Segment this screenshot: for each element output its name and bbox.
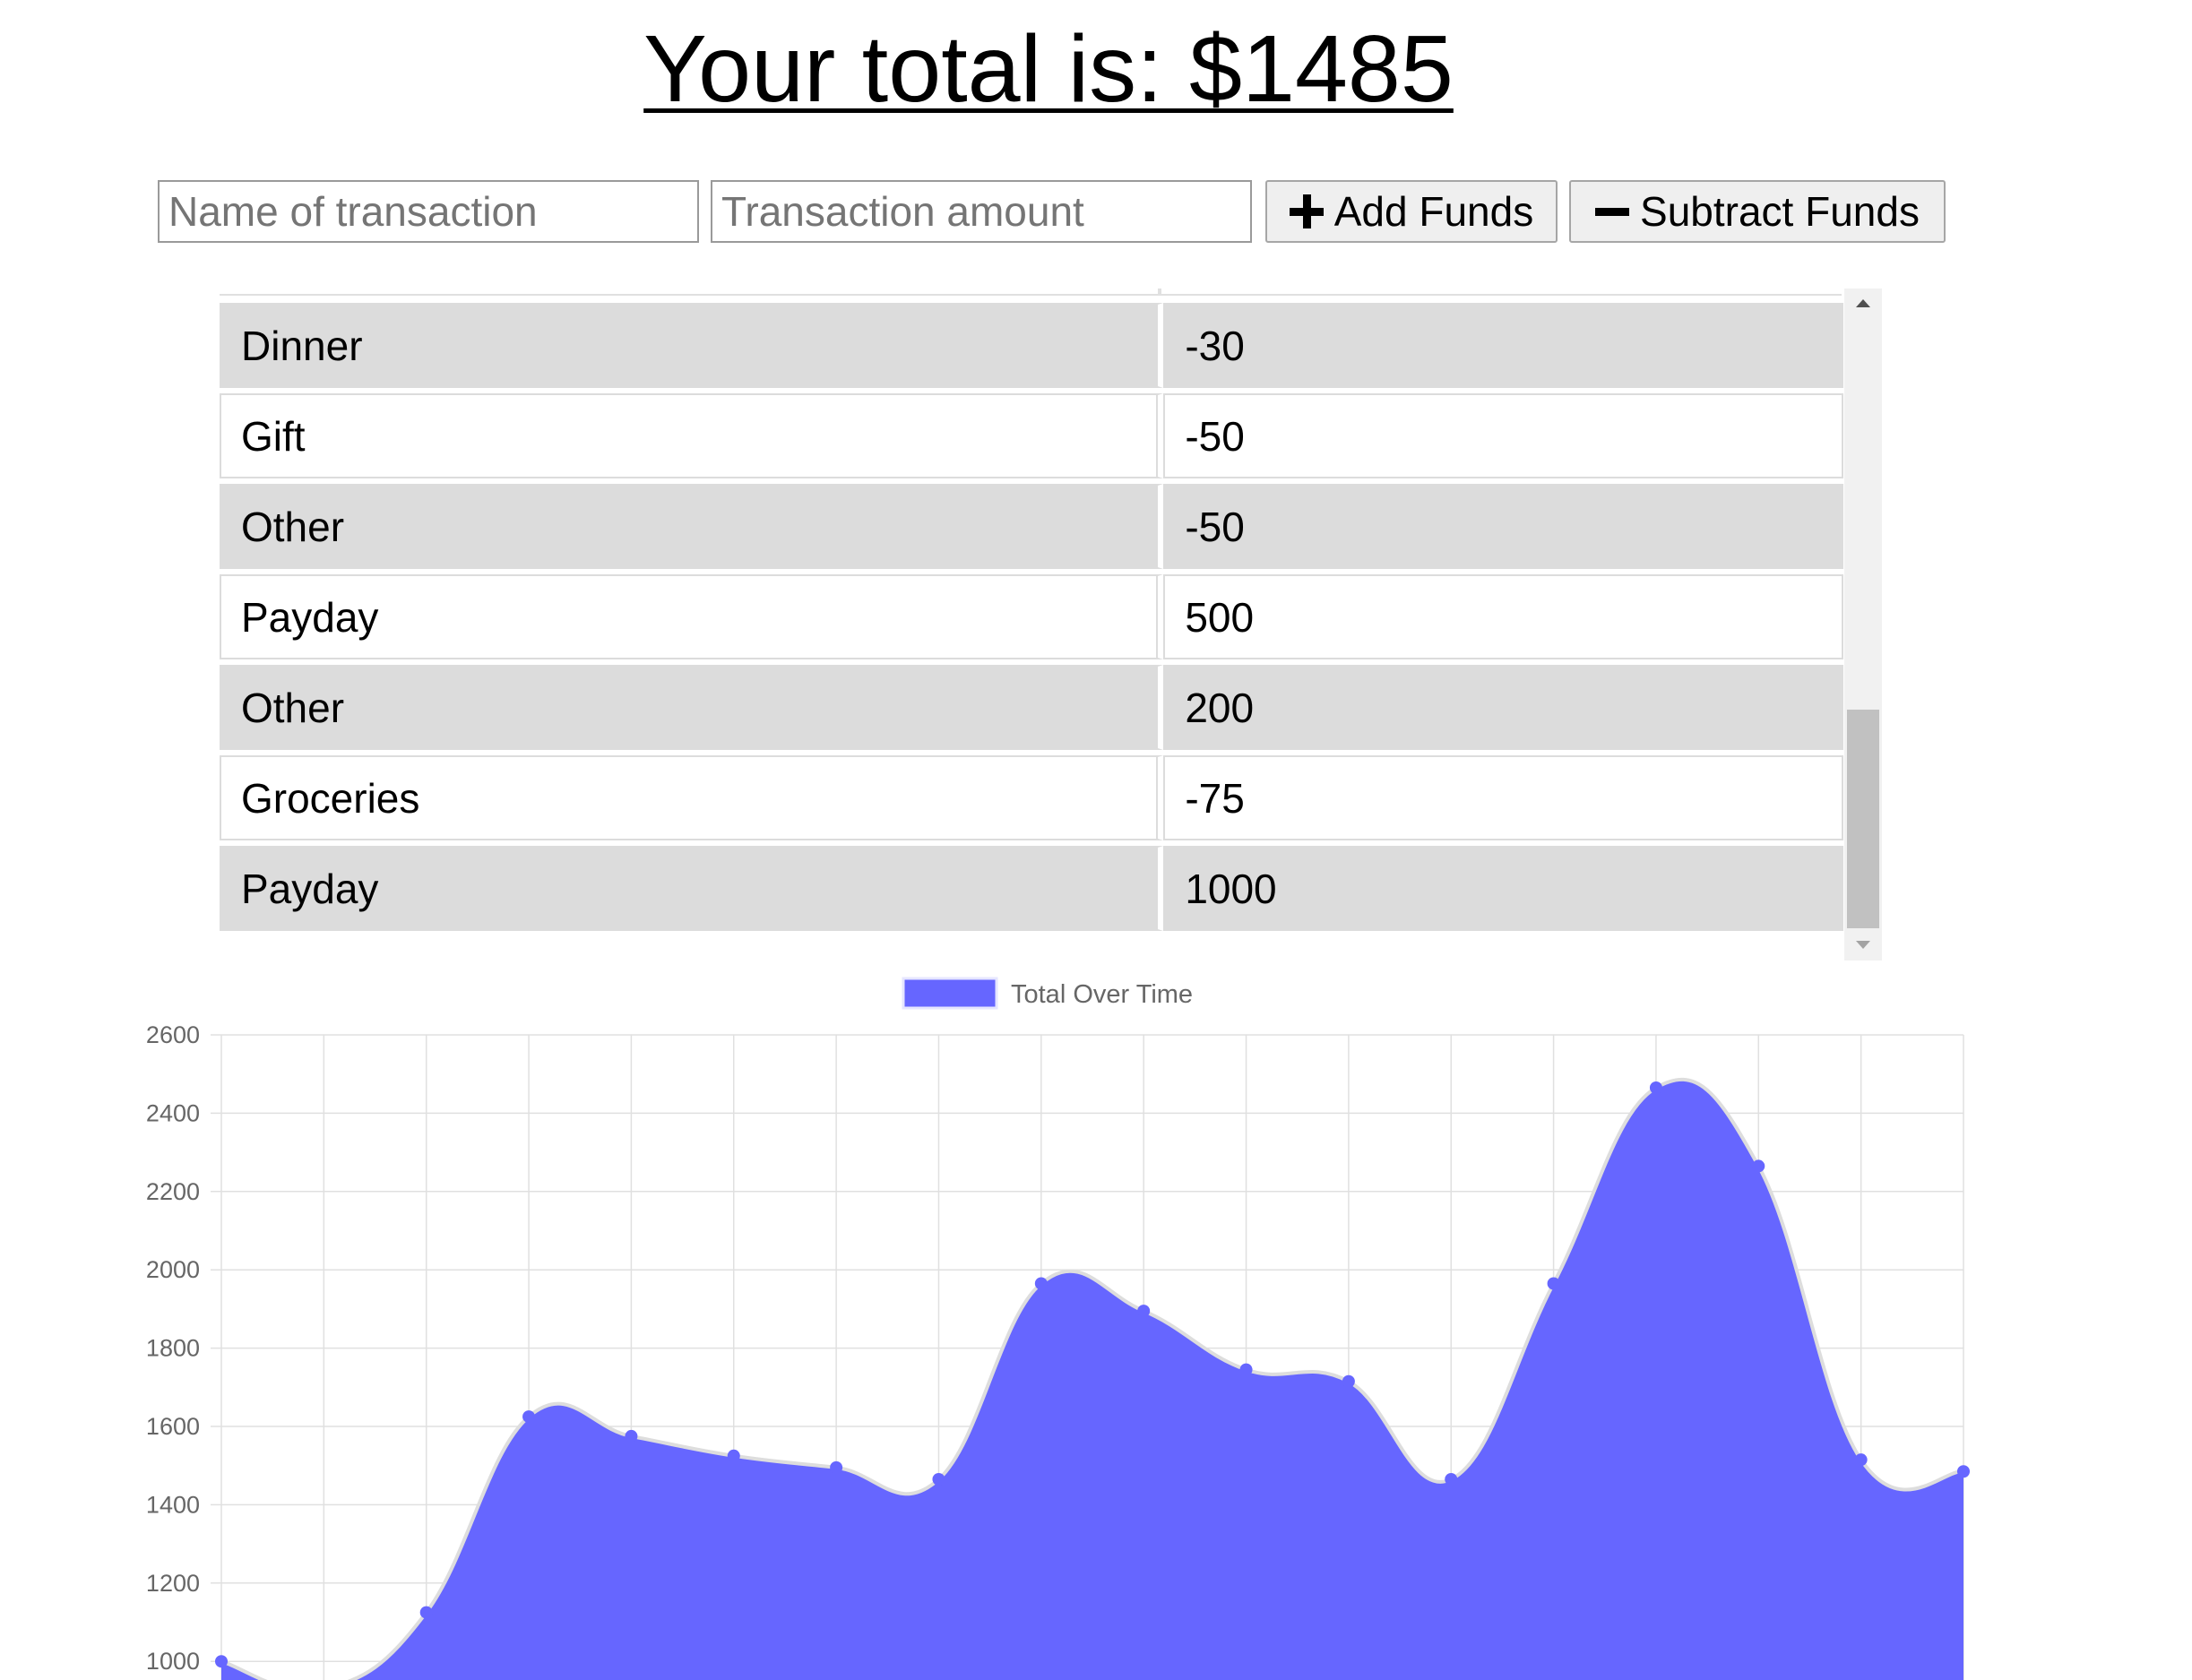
table-row: Groceries -75	[220, 755, 1843, 840]
transaction-name: Other	[220, 665, 1164, 750]
scrollbar-thumb[interactable]	[1847, 710, 1879, 928]
y-tick-label: 1000	[146, 1648, 200, 1675]
column-divider	[1158, 289, 1161, 296]
transaction-name: Dinner	[220, 303, 1164, 388]
transaction-amount-input[interactable]	[711, 180, 1252, 243]
table-row: Payday 500	[220, 574, 1843, 659]
data-point	[1445, 1472, 1458, 1486]
transaction-amount: 500	[1163, 574, 1843, 659]
plus-icon	[1289, 194, 1324, 228]
add-funds-button[interactable]: Add Funds	[1265, 180, 1558, 243]
minus-icon	[1595, 194, 1630, 228]
transactions-table: Dinner -30 Gift -50 Other -50 Payday 500…	[220, 297, 1843, 936]
data-point	[727, 1449, 740, 1462]
y-tick-label: 1800	[146, 1335, 200, 1362]
transaction-name: Other	[220, 484, 1164, 569]
y-tick-label: 2600	[146, 1021, 200, 1048]
table-scrollbar[interactable]	[1844, 289, 1882, 961]
y-tick-label: 1600	[146, 1413, 200, 1440]
data-point	[1854, 1453, 1868, 1467]
page-title: Your total is: $1485	[643, 16, 1454, 122]
legend-label: Total Over Time	[1011, 980, 1193, 1009]
transaction-amount: -50	[1163, 393, 1843, 478]
data-point	[1342, 1374, 1355, 1388]
y-tick-label: 1200	[146, 1570, 200, 1597]
data-point	[1649, 1081, 1662, 1094]
chart-area-layer	[220, 1077, 1964, 1680]
data-point	[1137, 1305, 1151, 1318]
budget-page: Your total is: $1485 Add Funds Subtract …	[0, 0, 2192, 1680]
legend-swatch	[902, 977, 998, 1010]
transaction-amount: -75	[1163, 755, 1843, 840]
data-point	[419, 1606, 433, 1619]
transaction-name: Payday	[220, 574, 1164, 659]
y-tick-label: 1400	[146, 1491, 200, 1518]
data-point	[1752, 1159, 1765, 1173]
table-row-partial	[220, 289, 1842, 296]
y-tick-label: 2200	[146, 1178, 200, 1205]
data-point	[522, 1410, 536, 1424]
data-point	[215, 1655, 228, 1668]
transaction-name: Payday	[220, 846, 1164, 931]
data-point	[625, 1429, 638, 1443]
data-point	[1547, 1277, 1560, 1290]
table-row: Payday 1000	[220, 846, 1843, 931]
transactions-table-container[interactable]: Dinner -30 Gift -50 Other -50 Payday 500…	[220, 289, 1885, 961]
table-row: Dinner -30	[220, 303, 1843, 388]
transaction-name-input[interactable]	[158, 180, 699, 243]
transaction-amount: 200	[1163, 665, 1843, 750]
total-over-time-chart: 1000 1200 1400 1600 1800 2000 2200 2400 2600 Tot…	[146, 977, 1970, 1680]
scroll-down-arrow-icon[interactable]	[1844, 928, 1882, 961]
y-tick-label: 2400	[146, 1099, 200, 1126]
data-point	[1957, 1465, 1970, 1478]
scroll-up-arrow-icon[interactable]	[1844, 289, 1882, 321]
data-point	[932, 1472, 945, 1486]
table-row: Other 200	[220, 665, 1843, 750]
area-fill	[221, 1079, 1963, 1680]
y-axis-ticks: 1000 1200 1400 1600 1800 2000 2200 2400 2600	[146, 1021, 200, 1675]
table-row: Other -50	[220, 484, 1843, 569]
subtract-funds-button[interactable]: Subtract Funds	[1569, 180, 1946, 243]
add-funds-label: Add Funds	[1333, 188, 1534, 235]
table-row: Gift -50	[220, 393, 1843, 478]
transaction-name: Gift	[220, 393, 1164, 478]
data-point	[1034, 1277, 1048, 1290]
subtract-funds-label: Subtract Funds	[1640, 188, 1920, 235]
transaction-amount: -50	[1163, 484, 1843, 569]
transaction-amount: -30	[1163, 303, 1843, 388]
transaction-amount: 1000	[1163, 846, 1843, 931]
data-point	[1239, 1363, 1253, 1376]
chart-legend: Total Over Time	[902, 977, 1193, 1010]
transaction-name: Groceries	[220, 755, 1164, 840]
y-tick-label: 2000	[146, 1256, 200, 1283]
data-point	[830, 1460, 843, 1474]
